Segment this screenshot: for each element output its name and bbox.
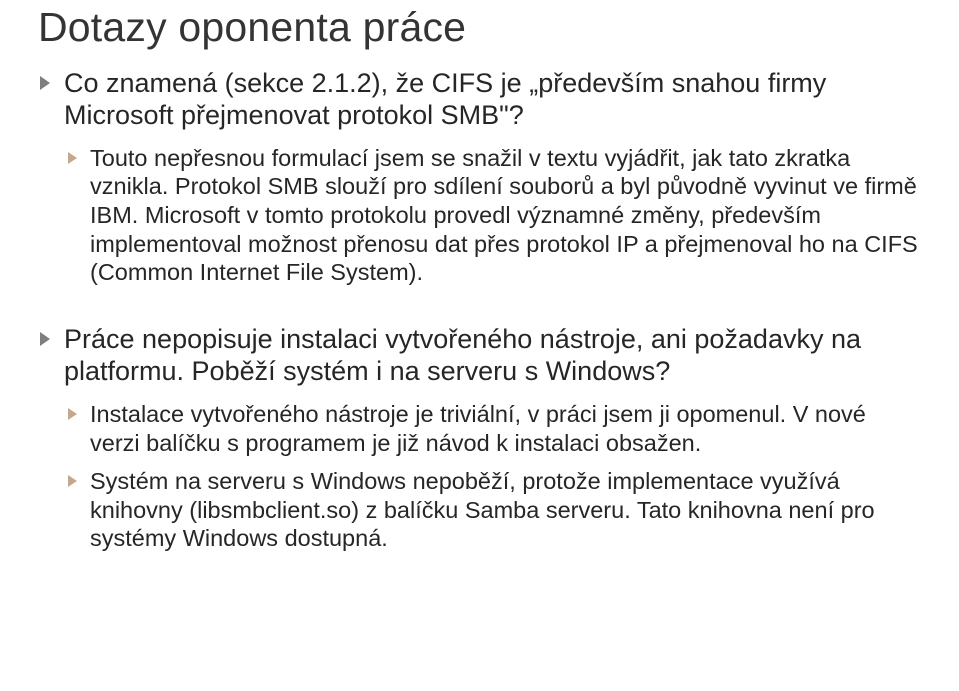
answer-2-2: Systém na serveru s Windows nepoběží, pr… bbox=[64, 467, 921, 553]
spacer bbox=[38, 297, 921, 323]
answer-1-1: Touto nepřesnou formulací jsem se snažil… bbox=[64, 144, 921, 287]
slide-title: Dotazy oponenta práce bbox=[38, 4, 921, 51]
answer-2-1: Instalace vytvořeného nástroje je triviá… bbox=[64, 400, 921, 457]
question-1: Co znamená (sekce 2.1.2), že CIFS je „př… bbox=[38, 67, 921, 132]
slide: Dotazy oponenta práce Co znamená (sekce … bbox=[0, 0, 959, 691]
question-2: Práce nepopisuje instalaci vytvořeného n… bbox=[38, 323, 921, 388]
